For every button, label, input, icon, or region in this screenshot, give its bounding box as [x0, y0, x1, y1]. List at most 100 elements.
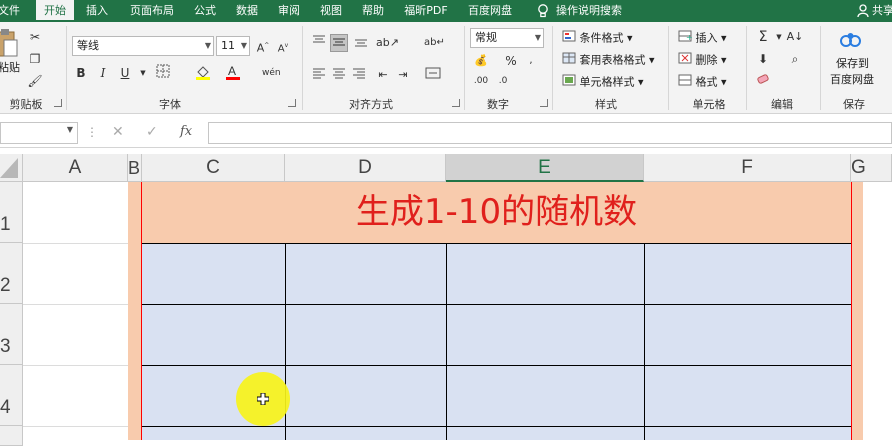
format-painter-icon[interactable]: 🖌 [26, 72, 44, 90]
tab-view[interactable]: 视图 [314, 0, 348, 22]
name-box[interactable]: ▼ [0, 122, 78, 144]
align-left-icon[interactable] [310, 66, 328, 84]
chevron-down-icon[interactable]: ▼ [134, 64, 152, 82]
italic-icon[interactable]: I [94, 64, 112, 82]
cancel-icon[interactable]: ✕ [112, 124, 124, 140]
paste-icon[interactable] [0, 28, 18, 58]
underline-icon[interactable]: U [116, 64, 134, 82]
formula-input[interactable] [208, 122, 892, 144]
merge-center-icon[interactable] [424, 66, 442, 84]
alignment-group-label: 对齐方式 [349, 98, 393, 111]
separator [820, 26, 821, 110]
font-size-value: 11 [221, 39, 235, 52]
tab-data[interactable]: 数据 [230, 0, 264, 22]
tab-review[interactable]: 审阅 [272, 0, 306, 22]
save-to-baidu-line2[interactable]: 百度网盘 [830, 72, 874, 88]
chevron-down-icon: ▼ [66, 125, 73, 134]
enter-icon[interactable]: ✓ [146, 124, 158, 140]
format-cells-icon [678, 74, 692, 91]
grow-font-icon[interactable]: A^ [254, 37, 272, 55]
delete-cells-button[interactable]: 删除 ▾ [678, 52, 727, 69]
insert-cells-button[interactable]: + 插入 ▾ [678, 30, 727, 47]
paste-button[interactable]: 粘贴 [0, 60, 20, 76]
tell-me-search[interactable]: 操作说明搜索 [556, 0, 636, 22]
number-format-combo[interactable]: 常规 ▼ [470, 28, 544, 48]
tab-help[interactable]: 帮助 [356, 0, 390, 22]
clear-icon[interactable] [754, 72, 772, 90]
format-cells-button[interactable]: 格式 ▾ [678, 74, 727, 91]
shrink-font-icon[interactable]: Av [274, 37, 292, 55]
row-header-1[interactable]: 1 [0, 182, 23, 243]
find-select-icon[interactable]: ⌕ [786, 50, 804, 68]
format-as-table-button[interactable]: 套用表格格式 ▾ [562, 52, 655, 69]
alignment-launcher[interactable] [452, 99, 460, 107]
accounting-format-icon[interactable]: 💰 [472, 52, 490, 70]
tab-home[interactable]: 开始 [36, 0, 74, 22]
cut-icon[interactable]: ✂ [26, 28, 44, 46]
gridline [23, 304, 128, 305]
font-size-combo[interactable]: 11 ▼ [216, 36, 250, 56]
insert-function-button[interactable]: fx [180, 124, 192, 139]
percent-icon[interactable]: % [502, 52, 520, 70]
baidu-cloud-icon[interactable] [838, 32, 868, 52]
align-center-icon[interactable] [330, 66, 348, 84]
align-bottom-icon[interactable] [352, 34, 370, 52]
gridline [23, 243, 128, 244]
chevron-down-icon: ▼ [240, 41, 247, 50]
bold-icon[interactable]: B [72, 64, 90, 82]
column-header-e[interactable]: E [446, 154, 644, 182]
conditional-format-icon [562, 30, 576, 47]
phonetic-icon[interactable]: wén [262, 64, 281, 82]
borders-icon[interactable] [154, 64, 172, 82]
red-border-line [851, 182, 852, 440]
title-cell[interactable]: 生成1-10的随机数 [142, 182, 851, 243]
column-header-f[interactable]: F [644, 154, 851, 182]
tab-baidu-netdisk[interactable]: 百度网盘 [462, 0, 518, 22]
decrease-decimal-icon[interactable]: .0 [494, 72, 512, 90]
tab-page-layout[interactable]: 页面布局 [124, 0, 180, 22]
save-to-baidu-line1[interactable]: 保存到 [836, 56, 869, 72]
font-name-combo[interactable]: 等线 ▼ [72, 36, 214, 56]
svg-text:+: + [686, 33, 692, 42]
column-header-b[interactable]: B [128, 154, 142, 182]
column-header-g[interactable]: G [851, 154, 892, 182]
comma-style-icon[interactable]: , [522, 52, 540, 70]
font-color-icon[interactable]: A [224, 64, 242, 82]
column-header-d[interactable]: D [285, 154, 446, 182]
tab-formulas[interactable]: 公式 [188, 0, 222, 22]
cell-styles-button[interactable]: 单元格样式 ▾ [562, 74, 644, 91]
row-header-2[interactable]: 2 [0, 243, 23, 304]
sort-filter-icon[interactable]: A↓ [786, 28, 804, 46]
number-group-label: 数字 [487, 98, 509, 111]
select-all-corner[interactable] [0, 154, 23, 182]
row-header-3[interactable]: 3 [0, 304, 23, 365]
increase-indent-icon[interactable]: ⇥ [394, 66, 412, 84]
number-launcher[interactable] [540, 99, 548, 107]
formula-bar: ▼ ⋮ ✕ ✓ fx [0, 118, 892, 148]
align-top-icon[interactable] [310, 34, 328, 52]
tab-foxit-pdf[interactable]: 福昕PDF [398, 0, 454, 22]
ribbon-tab-bar: 文件 开始 插入 页面布局 公式 数据 审阅 视图 帮助 福昕PDF 百度网盘 … [0, 0, 892, 22]
insert-cells-label: 插入 [695, 31, 718, 45]
decrease-indent-icon[interactable]: ⇤ [374, 66, 392, 84]
row-header-4[interactable]: 4 [0, 365, 23, 426]
number-format-value: 常规 [475, 31, 497, 44]
clipboard-launcher[interactable] [54, 99, 62, 107]
column-header-a[interactable]: A [23, 154, 128, 182]
fill-color-icon[interactable] [194, 64, 212, 82]
align-right-icon[interactable] [350, 66, 368, 84]
increase-decimal-icon[interactable]: .00 [472, 72, 490, 90]
copy-icon[interactable]: ❐ [26, 50, 44, 68]
align-middle-icon[interactable] [330, 34, 348, 52]
conditional-formatting-button[interactable]: 条件格式 ▾ [562, 30, 633, 47]
orientation-icon[interactable]: ab↗ [376, 34, 399, 52]
font-launcher[interactable] [288, 99, 296, 107]
table-hline [142, 304, 851, 305]
share-button[interactable]: 共享 [872, 0, 892, 22]
wrap-text-icon[interactable]: ab↵ [424, 34, 445, 52]
row-header-5[interactable] [0, 426, 23, 446]
column-header-c[interactable]: C [142, 154, 285, 182]
tab-file[interactable]: 文件 [0, 0, 24, 22]
fill-icon[interactable]: ⬇ [754, 50, 772, 68]
tab-insert[interactable]: 插入 [80, 0, 114, 22]
